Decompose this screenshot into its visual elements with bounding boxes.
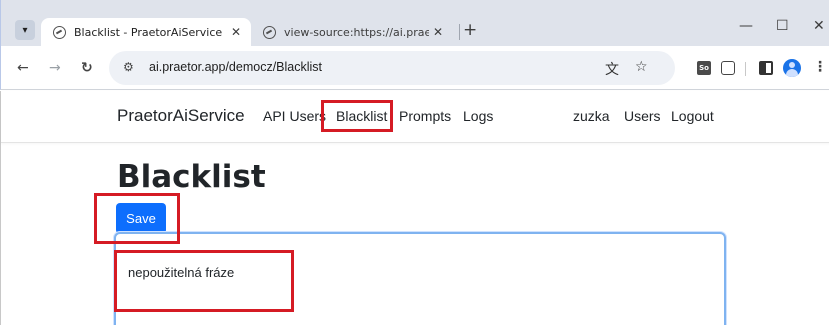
tab-blacklist[interactable]: Blacklist - PraetorAiService ✕ <box>41 18 251 46</box>
url-text[interactable]: ai.praetor.app/democz/Blacklist <box>149 60 322 74</box>
minimize-icon[interactable]: — <box>739 18 753 34</box>
close-window-icon[interactable]: ✕ <box>813 18 825 34</box>
tab-view-source[interactable]: view-source:https://ai.praetor.a ✕ <box>253 18 453 46</box>
nav-link-users[interactable]: Users <box>624 108 661 124</box>
new-tab-icon[interactable]: + <box>463 20 477 40</box>
nav-link-prompts[interactable]: Prompts <box>399 108 451 124</box>
close-tab-icon[interactable]: ✕ <box>429 25 447 39</box>
brand-link[interactable]: PraetorAiService <box>117 106 245 126</box>
highlight-box-blacklist-link <box>321 100 393 132</box>
profile-avatar-icon[interactable] <box>783 59 801 77</box>
nav-link-logout[interactable]: Logout <box>671 108 714 124</box>
nav-link-logs[interactable]: Logs <box>463 108 493 124</box>
browser-toolbar: ← → ↻ ⚙ ai.praetor.app/democz/Blacklist … <box>0 46 829 90</box>
globe-icon <box>53 25 66 39</box>
extensions-puzzle-icon[interactable] <box>721 61 735 75</box>
site-info-icon[interactable]: ⚙ <box>123 60 134 74</box>
globe-icon <box>263 25 276 39</box>
tab-title: view-source:https://ai.praetor.a <box>284 25 429 39</box>
extension-icon[interactable]: So <box>697 61 711 75</box>
highlight-box-text-field <box>114 250 294 312</box>
tab-divider <box>459 24 460 40</box>
maximize-icon[interactable]: ☐ <box>776 18 789 34</box>
back-arrow-icon[interactable]: ← <box>17 60 29 76</box>
address-bar[interactable]: ⚙ ai.praetor.app/democz/Blacklist 文 ☆ <box>109 51 675 85</box>
nav-user-name[interactable]: zuzka <box>573 108 610 124</box>
toolbar-divider <box>745 62 746 76</box>
page-title: Blacklist <box>117 159 266 195</box>
tab-search-icon[interactable]: ▾ <box>15 20 35 40</box>
menu-kebab-icon[interactable]: ⋮ <box>813 59 827 75</box>
translate-icon[interactable]: 文 <box>605 59 619 79</box>
tab-title: Blacklist - PraetorAiService <box>74 25 223 39</box>
nav-link-api-users[interactable]: API Users <box>263 108 326 124</box>
close-tab-icon[interactable]: ✕ <box>227 25 245 39</box>
highlight-box-save-button <box>94 193 180 244</box>
forward-arrow-icon[interactable]: → <box>49 60 61 76</box>
bookmark-star-icon[interactable]: ☆ <box>635 59 648 75</box>
tab-strip: ▾ Blacklist - PraetorAiService ✕ view-so… <box>0 0 829 46</box>
site-navbar: PraetorAiService API Users Blacklist Pro… <box>1 91 829 143</box>
reload-icon[interactable]: ↻ <box>81 60 93 76</box>
side-panel-icon[interactable] <box>759 61 773 75</box>
